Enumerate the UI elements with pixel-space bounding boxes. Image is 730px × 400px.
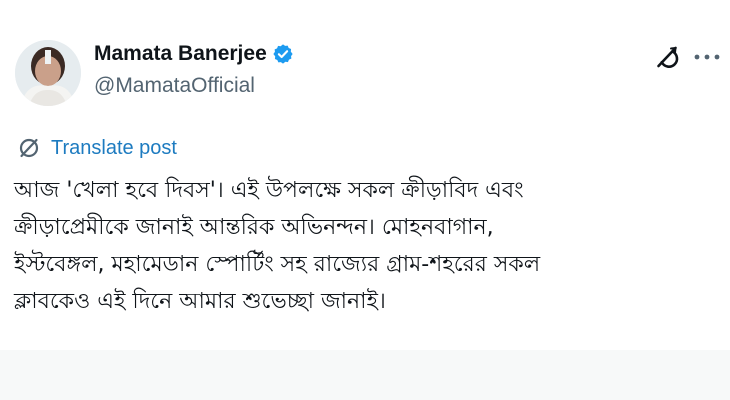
tweet-text: আজ 'খেলা হবে দিবস'। এই উপলক্ষে সকল ক্রীড… — [14, 178, 541, 314]
author-display-name[interactable]: Mamata Banerjee — [94, 42, 267, 66]
translate-post-link[interactable]: Translate post — [17, 136, 177, 160]
profile-photo — [15, 40, 81, 106]
more-options-icon[interactable] — [692, 50, 722, 62]
verified-badge-icon — [272, 43, 294, 65]
author-block: Mamata Banerjee @MamataOfficial — [94, 40, 294, 98]
grok-icon[interactable] — [652, 42, 682, 72]
name-row: Mamata Banerjee — [94, 40, 294, 68]
translate-icon — [17, 136, 41, 160]
author-handle[interactable]: @MamataOfficial — [94, 74, 294, 98]
avatar[interactable] — [15, 40, 81, 106]
tweet-card: Mamata Banerjee @MamataOfficial Translat… — [0, 0, 730, 350]
translate-post-label: Translate post — [51, 136, 177, 159]
footer-divider-area — [0, 350, 730, 400]
